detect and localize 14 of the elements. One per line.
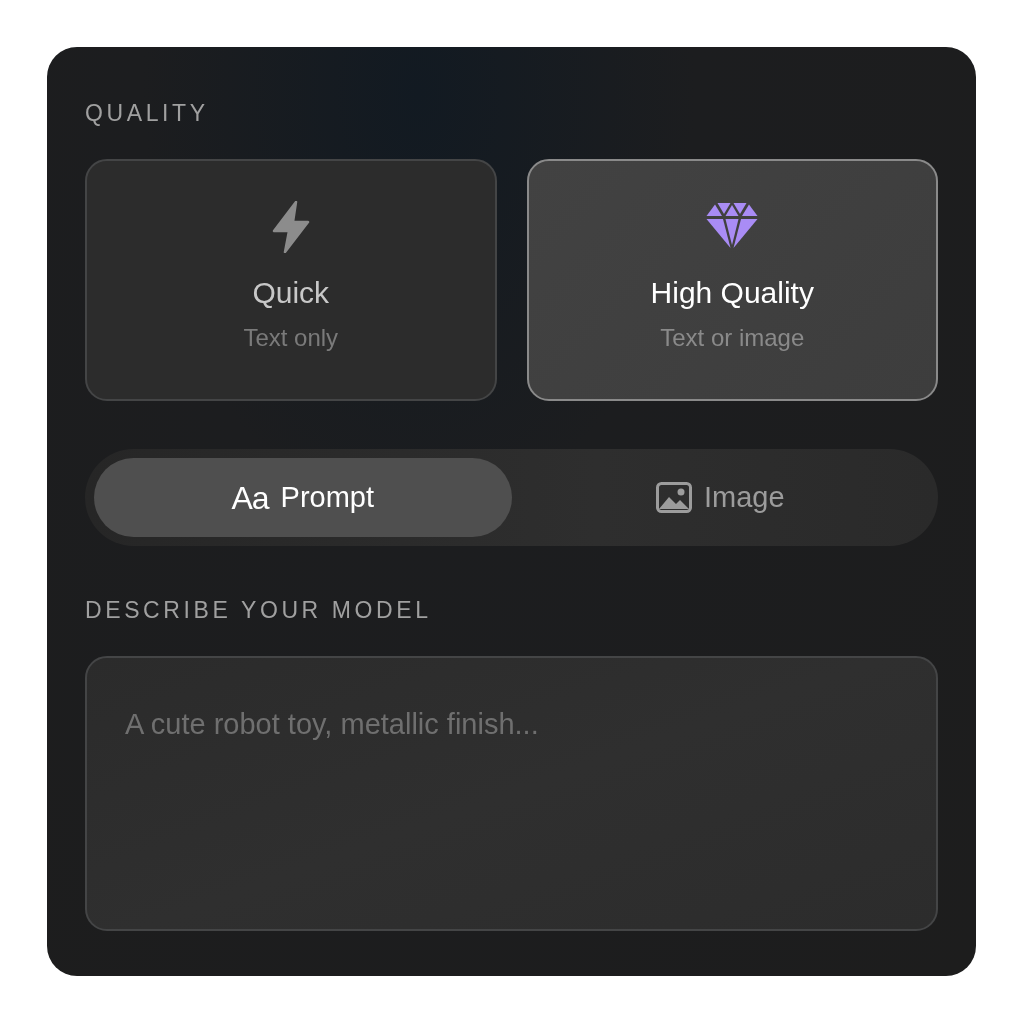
section-label: DESCRIBE YOUR MODEL bbox=[85, 596, 432, 625]
section-label: QUALITY bbox=[85, 99, 209, 128]
segment-tab[interactable]: Aa Prompt bbox=[94, 458, 512, 537]
image-icon bbox=[655, 482, 692, 513]
option-subtitle: Text or image bbox=[660, 323, 805, 353]
option-title: High Quality bbox=[650, 275, 814, 311]
option-title: Quick bbox=[252, 275, 330, 311]
lightning-bolt-icon bbox=[270, 201, 311, 253]
option-subtitle: Text only bbox=[243, 323, 339, 353]
segment-tab[interactable]: Image bbox=[511, 458, 929, 537]
quality-option-card[interactable]: Quick Text only bbox=[85, 159, 497, 401]
quality-option-card[interactable]: High Quality Text or image bbox=[526, 159, 938, 401]
text-format-icon: Aa bbox=[231, 479, 269, 516]
description-field[interactable]: A cute robot toy, metallic finish... bbox=[85, 656, 938, 931]
